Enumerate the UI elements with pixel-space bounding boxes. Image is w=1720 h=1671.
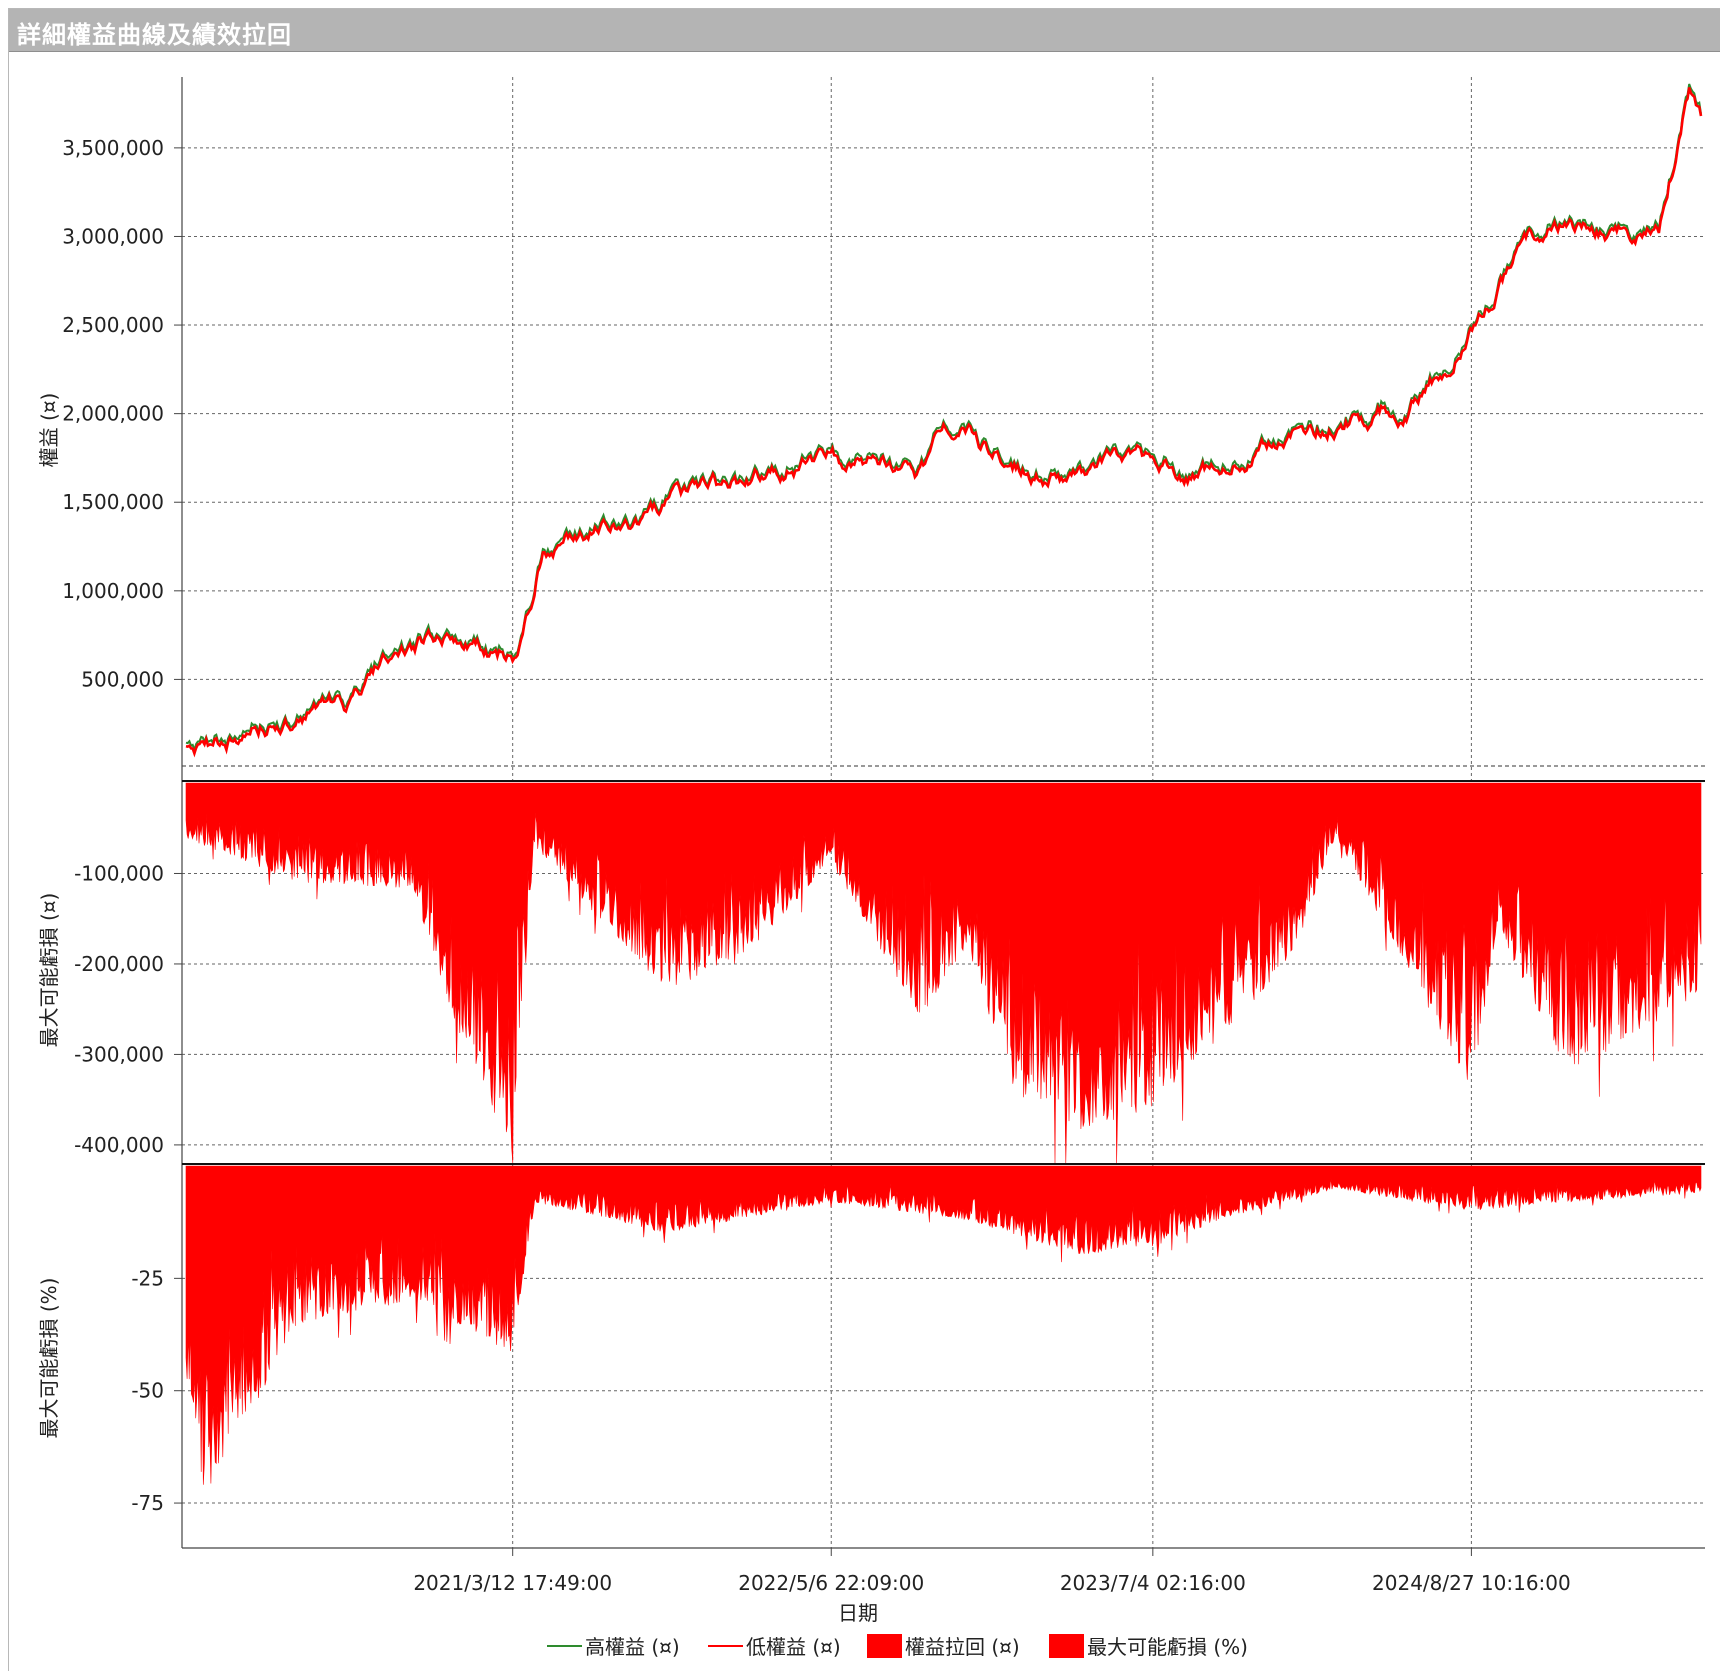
y-tick-label: -300,000 xyxy=(74,1042,164,1066)
legend-max-loss-pct-swatch xyxy=(1049,1634,1084,1658)
data-layer xyxy=(185,83,1703,1485)
x-tick-label: 2023/7/4 02:16:00 xyxy=(1060,1571,1246,1595)
series-max-loss-pct-area xyxy=(185,1165,1702,1485)
ylabel-drawdown-value: 最大可能虧損 (¤) xyxy=(37,893,61,1048)
ylabel-drawdown-pct: 最大可能虧損 (%) xyxy=(37,1278,61,1439)
y-tick-label: 2,000,000 xyxy=(62,402,164,426)
y-tick-label: -25 xyxy=(131,1266,164,1290)
y-tick-label: -400,000 xyxy=(74,1133,164,1157)
y-tick-label: 1,000,000 xyxy=(62,579,164,603)
y-tick-label: 2,500,000 xyxy=(62,313,164,337)
legend-high-equity-label: 高權益 (¤) xyxy=(585,1635,680,1659)
series-equity-drawdown-area xyxy=(185,782,1702,1164)
y-tick-label: 3,000,000 xyxy=(62,224,164,248)
x-tick-label: 2022/5/6 22:09:00 xyxy=(738,1571,924,1595)
y-tick-label: -75 xyxy=(131,1491,164,1515)
y-tick-label: 1,500,000 xyxy=(62,490,164,514)
ylabel-equity: 權益 (¤) xyxy=(37,393,61,468)
y-tick-label: -200,000 xyxy=(74,952,164,976)
legend-equity-drawdown-swatch xyxy=(867,1634,902,1658)
equity-drawdown-chart: 權益 (¤) 最大可能虧損 (¤) 最大可能虧損 (%) 日期 2021/3/1… xyxy=(37,77,1705,1659)
y-tick-label: 3,500,000 xyxy=(62,136,164,160)
legend-equity-drawdown-label: 權益拉回 (¤) xyxy=(905,1635,1020,1659)
legend: 高權益 (¤) 低權益 (¤) 權益拉回 (¤) 最大可能虧損 (%) xyxy=(547,1634,1248,1659)
legend-max-loss-pct-label: 最大可能虧損 (%) xyxy=(1087,1635,1248,1659)
x-tick-label: 2024/8/27 10:16:00 xyxy=(1372,1571,1571,1595)
legend-low-equity-label: 低權益 (¤) xyxy=(746,1635,841,1659)
y-tick-label: -50 xyxy=(131,1379,164,1403)
xlabel: 日期 xyxy=(838,1601,878,1625)
x-tick-label: 2021/3/12 17:49:00 xyxy=(413,1571,612,1595)
y-tick-label: 500,000 xyxy=(81,667,164,691)
y-tick-label: -100,000 xyxy=(74,861,164,885)
